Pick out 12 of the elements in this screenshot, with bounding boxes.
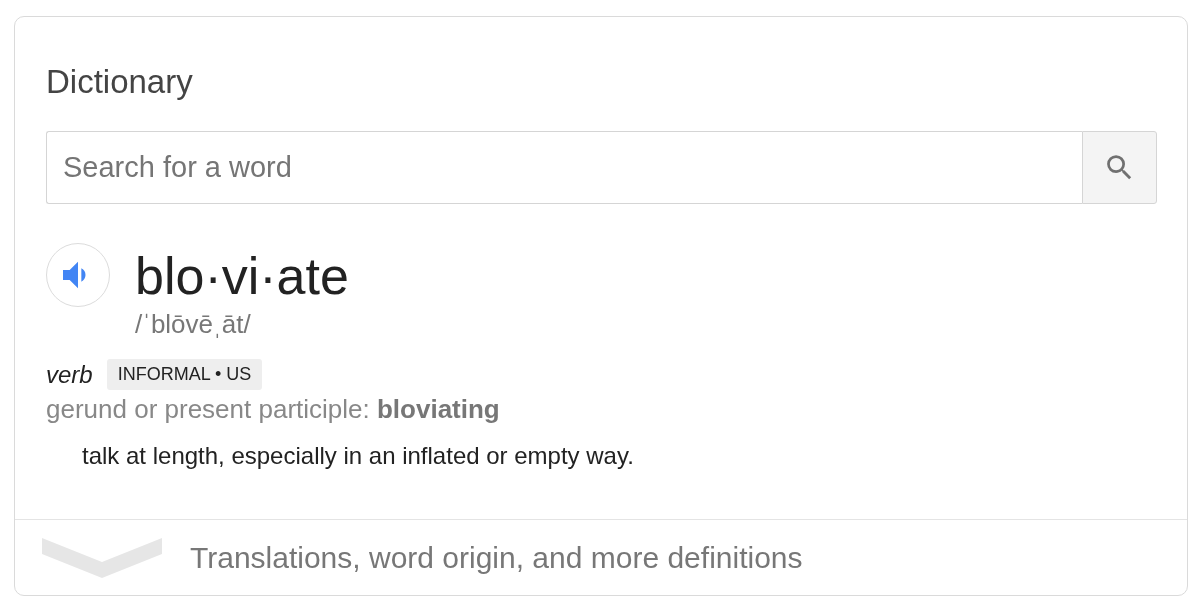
- chevron-down-icon: [42, 537, 162, 578]
- word-forms: gerund or present participle: bloviating: [46, 394, 501, 424]
- part-of-speech: verb: [46, 360, 93, 389]
- definition: talk at length, especially in an inflated or empty way.: [81, 442, 635, 470]
- search-button[interactable]: [1082, 131, 1157, 204]
- headword: blo·vi·ate: [135, 248, 349, 304]
- more-definitions-label: Translations, word origin, and more definitions: [190, 540, 803, 575]
- card-title: Dictionary: [46, 63, 194, 101]
- more-definitions-toggle[interactable]: Translations, word origin, and more definitions: [15, 519, 1187, 595]
- pronunciation: /ˈblōvēˌāt/: [135, 309, 252, 339]
- usage-label: INFORMAL • US: [106, 359, 263, 390]
- search-field[interactable]: Search for a word: [46, 131, 1082, 204]
